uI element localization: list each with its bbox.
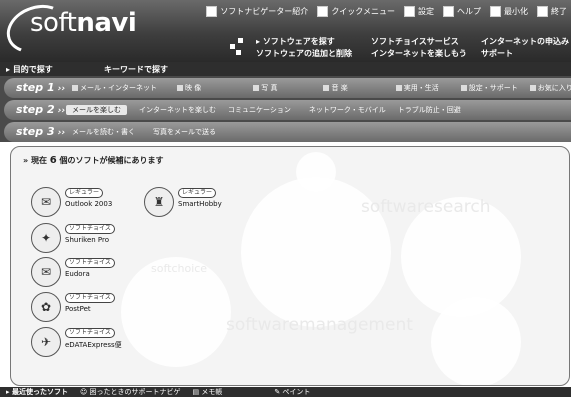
result-count: 6 (49, 155, 57, 166)
tab-search-by-purpose[interactable]: ▸ 目的で探す (0, 64, 96, 75)
nav-enjoy-internet[interactable]: インターネットを楽しもう (371, 48, 467, 59)
edataexpress-icon: ✈ (31, 327, 61, 357)
footer-bar: ▸ 最近使ったソフト ☺ 困ったときのサポートナビゲ ▤ メモ帳 ✎ ペイント (0, 387, 571, 397)
step2-trouble-prevention[interactable]: トラブル防止・回避 (392, 105, 467, 115)
results-panel: softwaresearch softchoice softwaremanage… (10, 146, 570, 386)
menu-help[interactable]: ヘルプ (443, 6, 481, 17)
decor-bubble (431, 297, 521, 385)
menu-quick-menu[interactable]: クイックメニュー (317, 6, 395, 17)
nav-softchoice-service[interactable]: ソフトチョイスサービス (371, 36, 459, 47)
logo-text: softnavi (30, 8, 137, 38)
step1-settings-support[interactable]: 設定・サポート (455, 83, 524, 93)
settings-icon (404, 6, 415, 17)
software-name: PostPet (65, 305, 91, 313)
badge-softchoice: ソフトチョイス (65, 293, 115, 303)
software-item-outlook[interactable]: ✉ レギュラー Outlook 2003 (31, 187, 112, 217)
software-name: Shuriken Pro (65, 236, 110, 244)
support-navi-link[interactable]: ☺ 困ったときのサポートナビゲ (74, 387, 187, 397)
paint-link[interactable]: ✎ ペイント (268, 387, 316, 397)
step-3-label: step 3 (16, 125, 65, 138)
watermark-software-management: softwaremanagement (226, 315, 413, 335)
eudora-icon: ✉ (31, 257, 61, 287)
search-mode-bar: ▸ 目的で探す キーワードで探す (0, 62, 571, 76)
badge-regular: レギュラー (65, 188, 104, 198)
nav-internet-apply[interactable]: インターネットの申込み (481, 36, 569, 47)
shuriken-icon: ✦ (31, 223, 61, 253)
main-nav: ソフトウェアを探す ソフトウェアの追加と削除 ソフトチョイスサービス インターネ… (256, 36, 571, 62)
menu-settings[interactable]: 設定 (404, 6, 434, 17)
step3-send-photo-mail[interactable]: 写真をメールで送る (147, 127, 222, 137)
menu-minimize[interactable]: 最小化 (490, 6, 528, 17)
app-header: softnavi ソフトナビゲーター紹介 クイックメニュー 設定 ヘルプ 最小化… (0, 0, 571, 62)
badge-softchoice: ソフトチョイス (65, 224, 115, 234)
recent-software-button[interactable]: ▸ 最近使ったソフト (0, 387, 74, 397)
software-name: Outlook 2003 (65, 200, 113, 208)
badge-softchoice: ソフトチョイス (65, 258, 115, 268)
minimize-icon (490, 6, 501, 17)
menu-exit[interactable]: 終了 (537, 6, 567, 17)
step1-music[interactable]: 音 楽 (317, 83, 353, 93)
menu-softnavigator-intro[interactable]: ソフトナビゲーター紹介 (206, 6, 308, 17)
memo-link[interactable]: ▤ メモ帳 (186, 387, 228, 397)
decor-bubble (296, 152, 336, 192)
step2-communication[interactable]: コミュニケーション (222, 105, 297, 115)
step1-mail-internet[interactable]: メール・インターネット (66, 83, 163, 93)
step1-photo[interactable]: 写 真 (247, 83, 283, 93)
software-item-shuriken[interactable]: ✦ ソフトチョイス Shuriken Pro (31, 223, 115, 253)
step-2-label: step 2 (16, 103, 65, 116)
top-menu: ソフトナビゲーター紹介 クイックメニュー 設定 ヘルプ 最小化 終了 (206, 6, 567, 17)
step3-read-write-mail[interactable]: メールを読む・書く (66, 127, 141, 137)
nav-support[interactable]: サポート (481, 48, 513, 59)
step1-favorites[interactable]: お気に入り (524, 83, 571, 93)
step1-video[interactable]: 映 像 (171, 83, 207, 93)
software-name: Eudora (65, 270, 90, 278)
step2-enjoy-mail[interactable]: メールを楽しむ (66, 105, 127, 115)
software-name: SmartHobby (178, 200, 222, 208)
smarthobby-icon: ♜ (144, 187, 174, 217)
watermark-software-search: softwaresearch (361, 197, 491, 217)
quick-menu-icon (317, 6, 329, 17)
category-steps: step 1 メール・インターネット 映 像 写 真 音 楽 実用・生活 設定・… (0, 76, 571, 142)
info-icon (206, 6, 218, 17)
tab-search-by-keyword[interactable]: キーワードで探す (96, 64, 168, 75)
nav-bullets-icon (228, 36, 248, 58)
nav-find-software[interactable]: ソフトウェアを探す (256, 36, 335, 47)
software-item-edataexpress[interactable]: ✈ ソフトチョイス eDATAExpress便 (31, 327, 122, 357)
software-item-postpet[interactable]: ✿ ソフトチョイス PostPet (31, 292, 115, 322)
result-count-line: » 現在 6 個のソフトが候補にあります (23, 155, 164, 166)
step2-enjoy-internet[interactable]: インターネットを楽しむ (133, 105, 222, 115)
software-name: eDATAExpress便 (65, 341, 122, 349)
exit-icon (537, 6, 548, 17)
softnavi-logo: softnavi (0, 0, 146, 62)
nav-add-remove-software[interactable]: ソフトウェアの追加と削除 (256, 48, 352, 59)
badge-regular: レギュラー (178, 188, 217, 198)
help-icon (443, 6, 454, 17)
step-1-row: step 1 メール・インターネット 映 像 写 真 音 楽 実用・生活 設定・… (4, 78, 571, 98)
postpet-icon: ✿ (31, 292, 61, 322)
badge-softchoice: ソフトチョイス (65, 328, 115, 338)
step-3-row: step 3 メールを読む・書く 写真をメールで送る (4, 122, 571, 142)
software-item-smarthobby[interactable]: ♜ レギュラー SmartHobby (144, 187, 222, 217)
arrow-icon: » (23, 156, 29, 165)
step-1-label: step 1 (16, 81, 65, 94)
step-2-row: step 2 メールを楽しむ インターネットを楽しむ コミュニケーション ネット… (4, 100, 571, 120)
step2-network-mobile[interactable]: ネットワーク・モバイル (303, 105, 392, 115)
software-item-eudora[interactable]: ✉ ソフトチョイス Eudora (31, 257, 115, 287)
watermark-softchoice: softchoice (151, 262, 208, 275)
outlook-icon: ✉ (31, 187, 61, 217)
step1-practical-life[interactable]: 実用・生活 (390, 83, 445, 93)
